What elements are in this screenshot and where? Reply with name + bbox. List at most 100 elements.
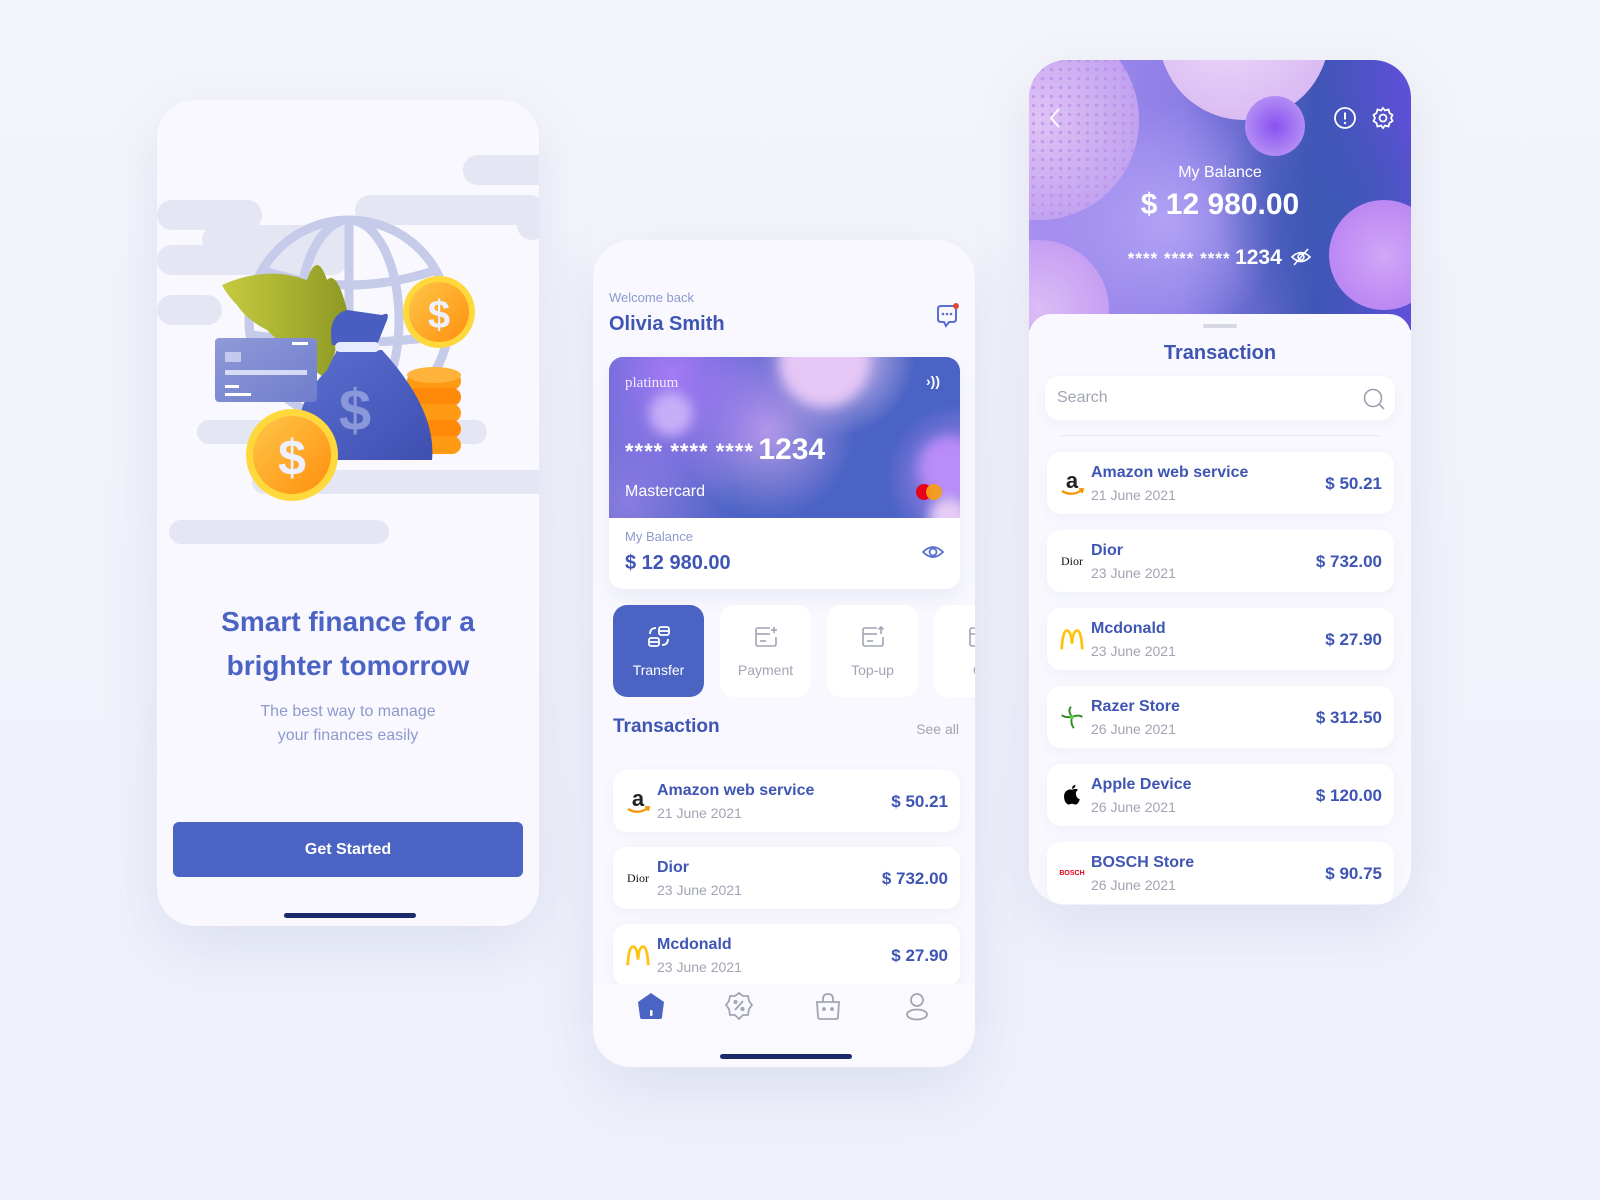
transaction-row[interactable]: Dior Dior 23 June 2021 $ 732.00: [1047, 530, 1394, 592]
action-label: Top-up: [851, 662, 894, 678]
coin-icon: $: [246, 409, 338, 501]
shopping-bag-icon[interactable]: [812, 990, 844, 1022]
transaction-amount: $ 312.50: [1315, 708, 1382, 727]
transfer-icon: [647, 626, 670, 647]
decor-bubble: [779, 357, 869, 407]
action-label: Cl: [973, 662, 975, 678]
card-number-masked: **** **** ****: [1127, 249, 1231, 268]
sheet-grabber[interactable]: [1203, 324, 1237, 328]
transaction-amount: $ 50.21: [891, 792, 948, 811]
svg-text:a: a: [632, 786, 645, 811]
onboarding-screen: $ $ $ Smart finance for a brighter tomor…: [157, 100, 539, 926]
card-face: platinum ›)) **** **** **** 1234 Masterc…: [609, 357, 960, 518]
transaction-amount: $ 27.90: [1325, 630, 1382, 649]
svg-text:$: $: [278, 430, 306, 486]
merchant-name: Razer Store: [1091, 698, 1180, 715]
merchant-name: Dior: [657, 859, 689, 876]
action-more[interactable]: Cl: [934, 605, 975, 697]
card-number: **** **** **** 1234: [625, 433, 825, 467]
gear-icon[interactable]: [1371, 106, 1395, 130]
subtitle-line: The best way to manage: [260, 703, 436, 720]
get-started-button[interactable]: Get Started: [173, 822, 523, 877]
balance-hero: My Balance $ 12 980.00 **** **** **** 12…: [1029, 60, 1411, 330]
merchant-name: Apple Device: [1091, 776, 1192, 793]
credit-card-icon: [215, 338, 317, 402]
svg-text:$: $: [428, 293, 450, 337]
home-indicator[interactable]: [720, 1054, 852, 1059]
transaction-amount: $ 27.90: [891, 946, 948, 965]
decor-cloud: [169, 520, 389, 544]
action-label: Payment: [737, 662, 794, 678]
transaction-row[interactable]: BOSCH BOSCH Store 26 June 2021 $ 90.75: [1047, 842, 1394, 904]
bosch-logo-icon: BOSCH: [1059, 869, 1085, 877]
transaction-amount: $ 50.21: [1325, 474, 1382, 493]
merchant-name: Dior: [1091, 542, 1123, 559]
decor-cloud: [463, 155, 539, 185]
merchant-name: Amazon web service: [1091, 464, 1249, 481]
card-network: Mastercard: [625, 483, 706, 500]
dior-logo-icon: Dior: [1061, 553, 1083, 568]
transaction-amount: $ 90.75: [1325, 864, 1382, 883]
onboarding-title: Smart finance for a brighter tomorrow: [157, 600, 539, 688]
user-icon[interactable]: [901, 990, 933, 1022]
decor-bubble: [1245, 96, 1305, 156]
action-transfer[interactable]: Transfer: [613, 605, 704, 697]
search-icon[interactable]: [1363, 388, 1385, 410]
chat-notification-icon[interactable]: [933, 302, 961, 330]
transaction-date: 23 June 2021: [1091, 565, 1176, 581]
transaction-row[interactable]: Dior Dior 23 June 2021 $ 732.00: [613, 847, 960, 909]
card-icon: [968, 627, 975, 647]
transaction-row[interactable]: a Amazon web service 21 June 2021 $ 50.2…: [613, 770, 960, 832]
razer-logo-icon: [1057, 702, 1087, 732]
action-payment[interactable]: Payment: [720, 605, 811, 697]
merchant-name: Mcdonald: [657, 936, 732, 953]
contactless-icon: ›)): [926, 373, 940, 389]
transaction-amount: $ 732.00: [1315, 552, 1382, 571]
merchant-name: Amazon web service: [657, 782, 815, 799]
transaction-row[interactable]: Razer Store 26 June 2021 $ 312.50: [1047, 686, 1394, 748]
transaction-date: 26 June 2021: [1091, 721, 1176, 737]
card-number-masked: **** **** ****: [625, 439, 754, 464]
amazon-logo-icon: a: [623, 786, 653, 816]
onboarding-subtitle: The best way to manage your finances eas…: [157, 700, 539, 748]
transaction-date: 23 June 2021: [657, 959, 742, 975]
balance-label: My Balance: [625, 529, 693, 544]
card-number: **** **** **** 1234: [1029, 246, 1411, 270]
svg-text:$: $: [339, 378, 371, 443]
card-brand: platinum: [625, 375, 679, 391]
dior-logo-icon: Dior: [627, 870, 649, 885]
subtitle-line: your finances easily: [277, 727, 419, 744]
eye-icon[interactable]: [922, 541, 944, 563]
transaction-date: 21 June 2021: [1091, 487, 1176, 503]
balance-value: $ 12 980.00: [1140, 188, 1300, 221]
search-input[interactable]: [1045, 376, 1395, 420]
transactions-title: Transaction: [613, 716, 720, 737]
transaction-row[interactable]: a Amazon web service 21 June 2021 $ 50.2…: [1047, 452, 1394, 514]
finance-illustration: $ $ $: [215, 215, 475, 501]
sheet-title: Transaction: [1163, 342, 1277, 364]
see-all-link[interactable]: See all: [916, 721, 959, 737]
transaction-date: 26 June 2021: [1091, 799, 1176, 815]
decor-bubble: [929, 497, 960, 518]
transaction-row[interactable]: Mcdonald 23 June 2021 $ 27.90: [1047, 608, 1394, 670]
transaction-row[interactable]: Apple Device 26 June 2021 $ 120.00: [1047, 764, 1394, 826]
home-indicator[interactable]: [284, 913, 416, 918]
card-number-last: 1234: [1235, 246, 1282, 269]
discount-badge-icon[interactable]: [723, 990, 755, 1022]
home-screen: Welcome back Olivia Smith platinum ›)) *…: [593, 240, 975, 1067]
bank-card[interactable]: platinum ›)) **** **** **** 1234 Masterc…: [609, 357, 960, 589]
home-icon[interactable]: [635, 990, 667, 1022]
amazon-logo-icon: a: [1057, 468, 1087, 498]
mastercard-logo-icon: [916, 484, 944, 500]
payment-icon: [754, 627, 777, 647]
decor-cloud: [517, 210, 539, 240]
info-alert-icon[interactable]: [1333, 106, 1357, 130]
decor-bubble: [649, 392, 693, 436]
action-label: Transfer: [632, 662, 685, 678]
balance-label: My Balance: [1178, 164, 1262, 181]
back-chevron-icon[interactable]: [1045, 106, 1065, 130]
transaction-row[interactable]: Mcdonald 23 June 2021 $ 27.90: [613, 924, 960, 986]
title-line: Smart finance for a: [221, 606, 475, 637]
eye-off-icon[interactable]: [1290, 246, 1312, 268]
action-topup[interactable]: Top-up: [827, 605, 918, 697]
